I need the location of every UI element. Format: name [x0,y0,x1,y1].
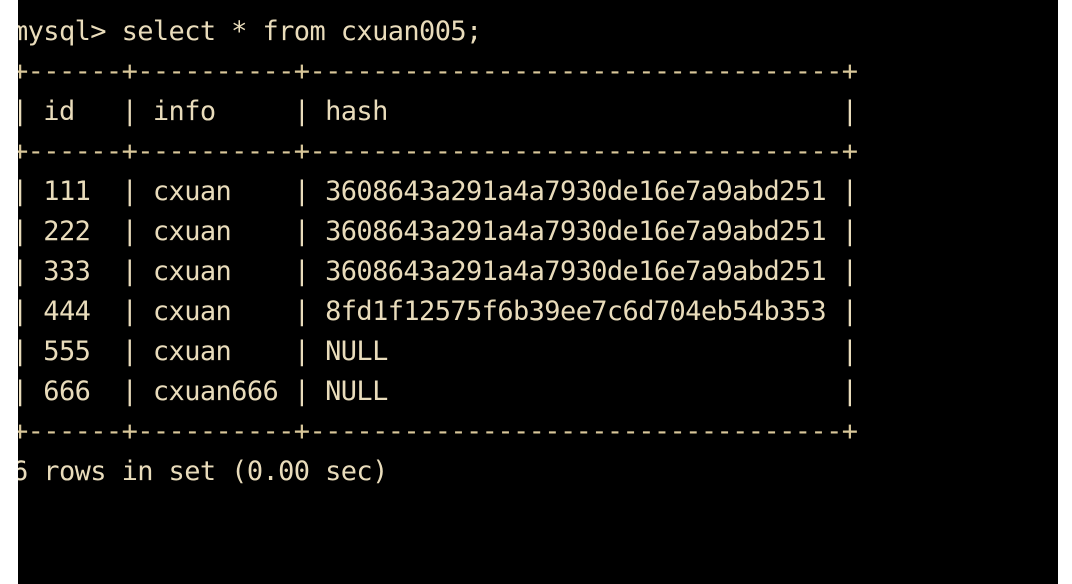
table-row: | 666 | cxuan666 | NULL | [18,376,858,407]
mysql-prompt-line: mysql> select * from cxuan005; [18,16,482,47]
table-header-row: | id | info | hash | [18,96,858,127]
result-summary-line: 6 rows in set (0.00 sec) [18,456,388,487]
table-row: | 444 | cxuan | 8fd1f12575f6b39ee7c6d704… [18,296,858,327]
terminal-output: mysql> select * from cxuan005; +------+-… [18,12,1058,492]
table-separator-header: +------+----------+---------------------… [18,136,858,167]
screenshot-root: mysql> select * from cxuan005; +------+-… [0,0,1072,584]
table-separator-top: +------+----------+---------------------… [18,56,858,87]
table-row: | 111 | cxuan | 3608643a291a4a7930de16e7… [18,176,858,207]
table-row: | 222 | cxuan | 3608643a291a4a7930de16e7… [18,216,858,247]
table-row: | 555 | cxuan | NULL | [18,336,858,367]
table-separator-bottom: +------+----------+---------------------… [18,416,858,447]
table-row: | 333 | cxuan | 3608643a291a4a7930de16e7… [18,256,858,287]
terminal-window[interactable]: mysql> select * from cxuan005; +------+-… [18,0,1058,584]
